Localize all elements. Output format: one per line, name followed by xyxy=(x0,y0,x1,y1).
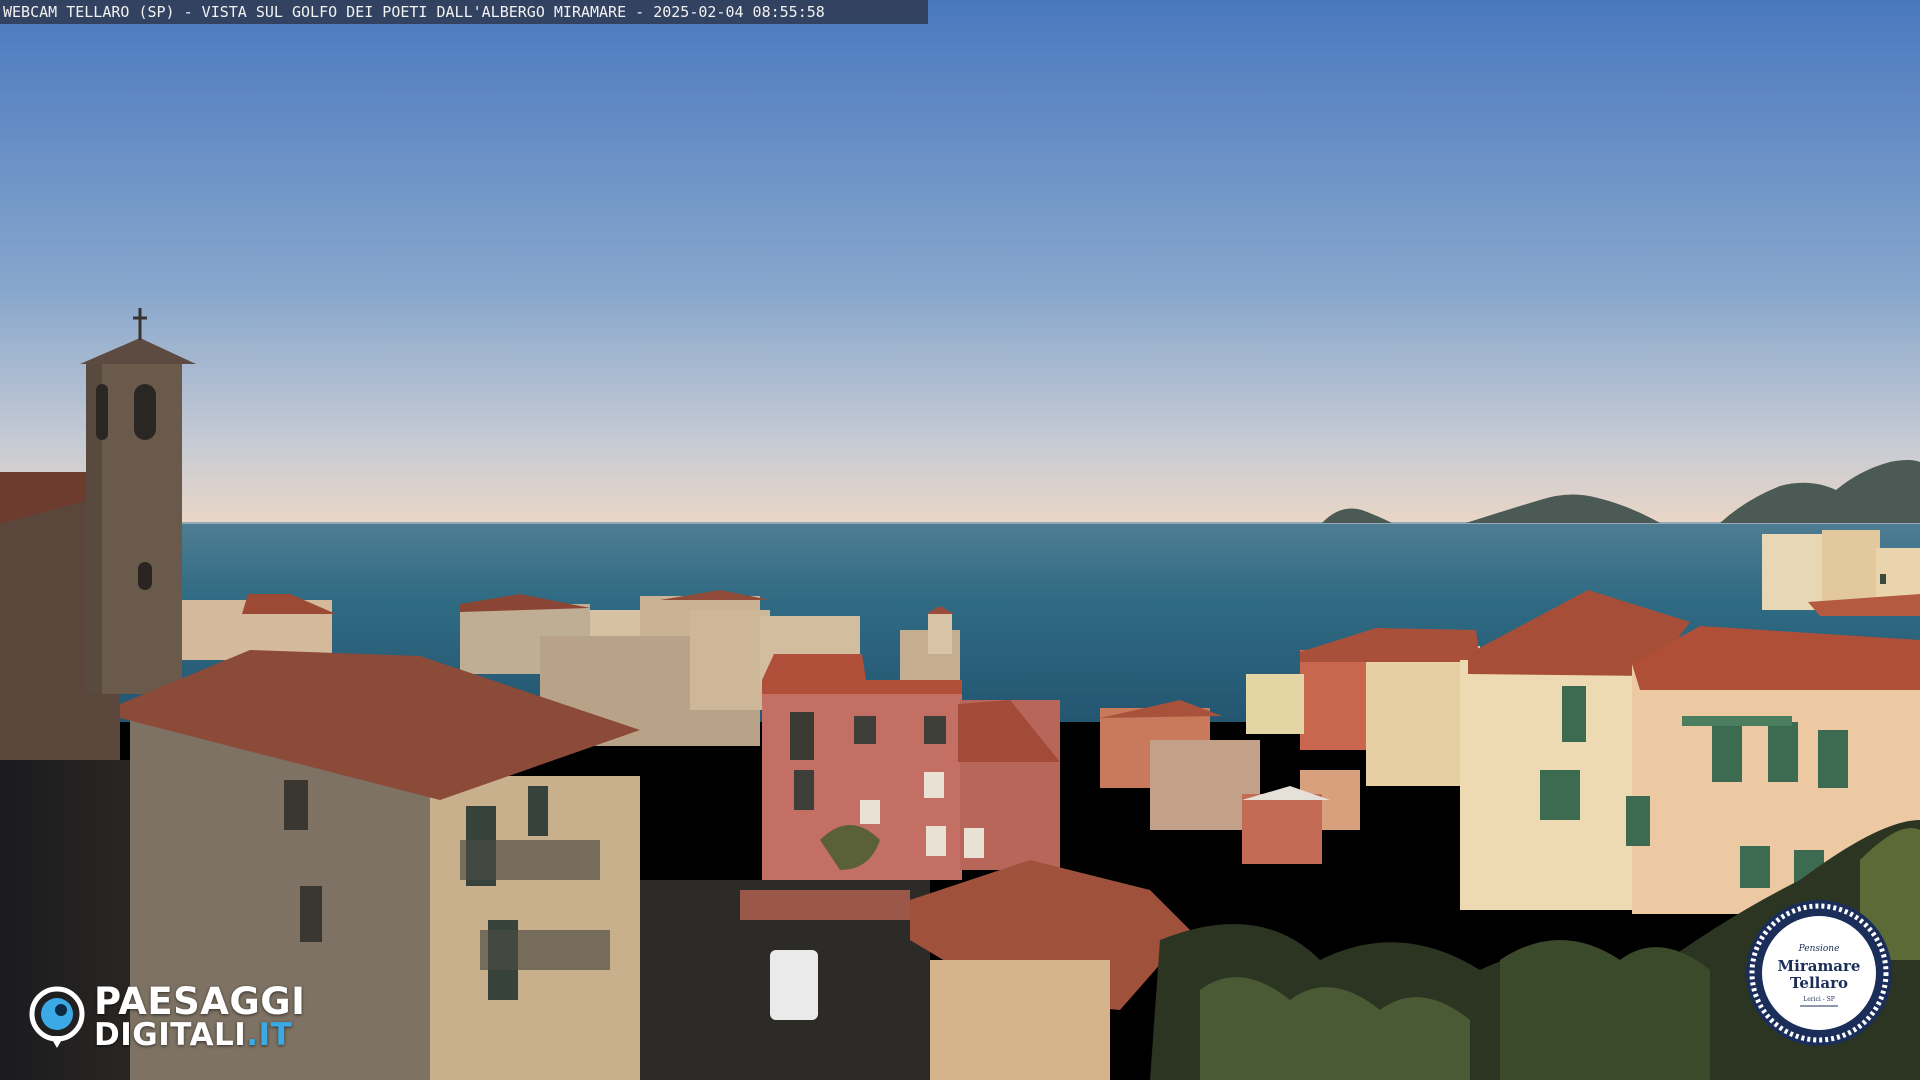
badge-name-line2: Tellaro xyxy=(1789,974,1848,992)
webcam-caption: WEBCAM TELLARO (SP) - VISTA SUL GOLFO DE… xyxy=(0,0,928,24)
hotel-badge: Pensione Miramare Tellaro Lerici - SP xyxy=(1744,898,1894,1048)
logo-line2: DIGITALI.IT xyxy=(94,1018,292,1052)
sky xyxy=(0,0,1920,524)
eye-icon xyxy=(29,986,85,1048)
badge-small-text: Pensione xyxy=(1798,944,1840,954)
houses-right xyxy=(1242,590,1920,914)
logo-main: DIGITALI xyxy=(94,1017,247,1053)
badge-name: Miramare Tellaro xyxy=(1744,958,1894,992)
logo-tld: .IT xyxy=(246,1017,293,1053)
lower-village xyxy=(640,860,1190,1080)
badge-tiny-text: Lerici - SP xyxy=(1803,996,1835,1003)
badge-name-line1: Miramare xyxy=(1777,957,1861,975)
webcam-scene xyxy=(0,0,1920,1080)
paesaggi-digitali-logo: PAESAGGI DIGITALI.IT xyxy=(28,978,348,1052)
logo-line1: PAESAGGI xyxy=(94,980,306,1023)
